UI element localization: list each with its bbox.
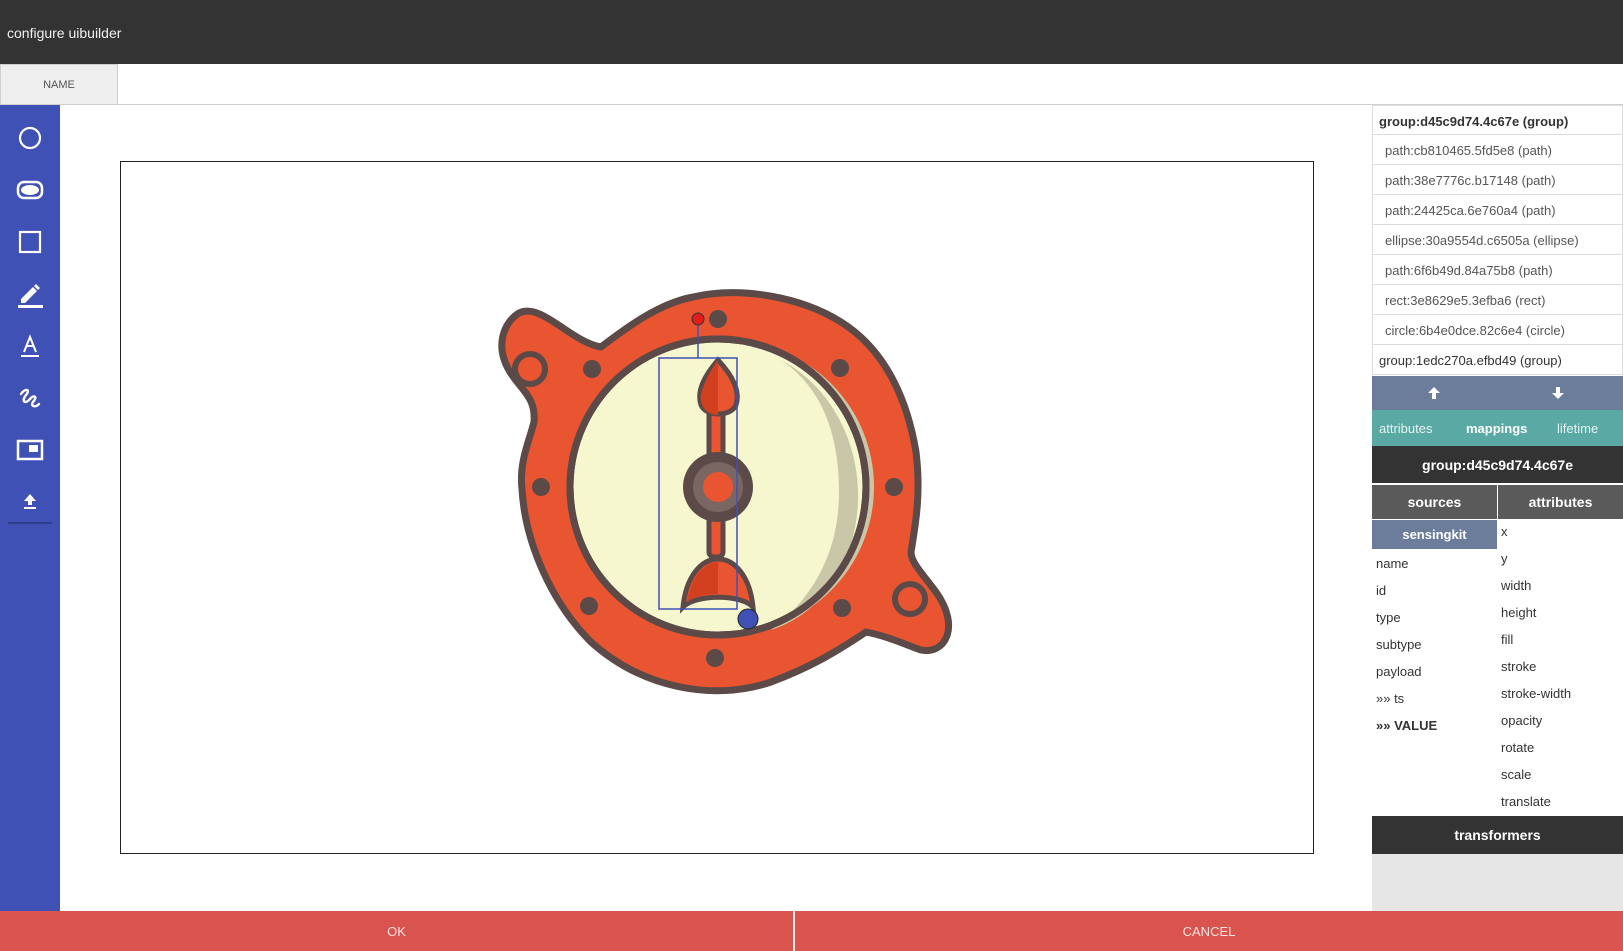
tree-item-path[interactable]: path:cb810465.5fd5e8 (path) [1372,135,1623,165]
canvas-svg [498,289,952,695]
attribute-field[interactable]: scale [1501,767,1531,782]
circle-tool-button[interactable] [8,116,52,160]
text-icon [21,334,39,357]
move-up-button[interactable] [1414,376,1454,410]
source-field[interactable]: id [1376,583,1386,598]
attribute-field[interactable]: height [1501,605,1536,620]
uibuilder-config-dialog: configure uibuilder NAME group:d45c9d74.… [0,0,1623,951]
tree-item-rect[interactable]: rect:3e8629e5.3efba6 (rect) [1372,285,1623,315]
drawing-toolbar [0,105,60,911]
inspector-panel: group:d45c9d74.4c67e (group) path:cb8104… [1372,105,1623,911]
tree-item-circle[interactable]: circle:6b4e0dce.82c6e4 (circle) [1372,315,1623,345]
tree-item-path[interactable]: path:38e7776c.b17148 (path) [1372,165,1623,195]
tab-attributes[interactable]: attributes [1379,421,1432,436]
ellipse-tool-button[interactable] [8,168,52,212]
attribute-field[interactable]: opacity [1501,713,1542,728]
name-tab[interactable]: NAME [0,64,118,105]
rotate-handle[interactable] [691,312,705,326]
source-sensingkit[interactable]: sensingkit [1372,520,1497,549]
attribute-field[interactable]: x [1501,524,1508,539]
image-tool-button[interactable] [8,428,52,472]
attribute-field[interactable]: stroke-width [1501,686,1571,701]
mapping-node-title: group:d45c9d74.4c67e [1372,446,1623,483]
pen-tool-button[interactable] [8,272,52,316]
drawing-canvas[interactable] [120,161,1314,854]
text-tool-button[interactable] [8,324,52,368]
cancel-button[interactable]: CANCEL [795,911,1623,951]
freehand-tool-button[interactable] [8,376,52,420]
tab-lifetime[interactable]: lifetime [1557,421,1598,436]
square-icon [18,230,42,254]
attribute-field[interactable]: fill [1501,632,1513,647]
pencil-icon [18,284,43,308]
attribute-field[interactable]: rotate [1501,740,1534,755]
circle-icon [18,126,42,150]
window-title: configure uibuilder [0,0,1623,64]
source-field[interactable]: subtype [1376,637,1422,652]
gauge-group[interactable] [498,289,952,695]
attribute-field[interactable]: y [1501,551,1508,566]
attribute-field[interactable]: stroke [1501,659,1536,674]
tree-item-path[interactable]: path:6f6b49d.84a75b8 (path) [1372,255,1623,285]
source-field[interactable]: payload [1376,664,1422,679]
attribute-field[interactable]: translate [1501,794,1551,809]
picture-in-picture-icon [16,439,44,461]
tree-item-ellipse[interactable]: ellipse:30a9554d.c6505a (ellipse) [1372,225,1623,255]
tree-item-group-root[interactable]: group:d45c9d74.4c67e (group) [1372,105,1623,135]
ok-button[interactable]: OK [0,911,793,951]
right-lobe-ring [892,581,928,617]
ellipse-icon [16,180,44,200]
rect-tool-button[interactable] [8,220,52,264]
source-field[interactable]: type [1376,610,1401,625]
inspector-tabs: attributes mappings lifetime [1372,410,1623,446]
tab-mappings[interactable]: mappings [1466,421,1527,436]
name-row: NAME [0,64,1623,105]
sources-header[interactable]: sources [1372,485,1497,519]
arrow-down-icon [1552,387,1564,399]
transformers-area [1372,854,1623,911]
resize-handle[interactable] [737,608,759,630]
upload-tool-button[interactable] [8,480,52,524]
reorder-bar [1372,376,1623,410]
attributes-header[interactable]: attributes [1498,485,1623,519]
arrow-up-icon [1428,387,1440,399]
source-field[interactable]: »» ts [1376,691,1404,706]
tree-item-group-child[interactable]: group:1edc270a.efbd49 (group) [1372,345,1623,375]
upload-icon [24,494,36,509]
scribble-icon [19,388,41,408]
source-field[interactable]: »» VALUE [1376,718,1437,733]
source-field[interactable]: name [1376,556,1409,571]
dialog-footer: OK CANCEL [0,911,1623,951]
left-lobe-ring [512,351,548,387]
tree-item-path[interactable]: path:24425ca.6e760a4 (path) [1372,195,1623,225]
move-down-button[interactable] [1538,376,1578,410]
attribute-field[interactable]: width [1501,578,1531,593]
transformers-header[interactable]: transformers [1372,816,1623,854]
